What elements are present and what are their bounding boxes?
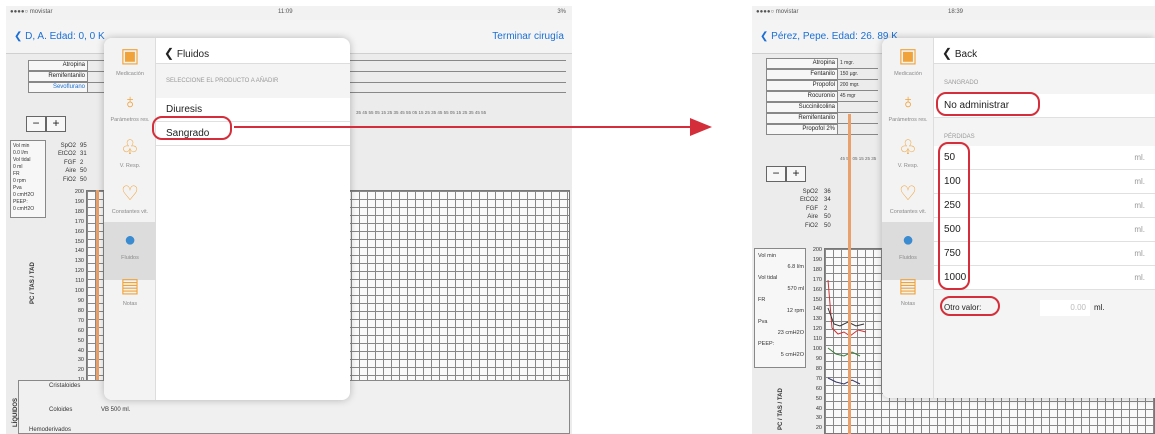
transition-arrow	[234, 118, 712, 136]
